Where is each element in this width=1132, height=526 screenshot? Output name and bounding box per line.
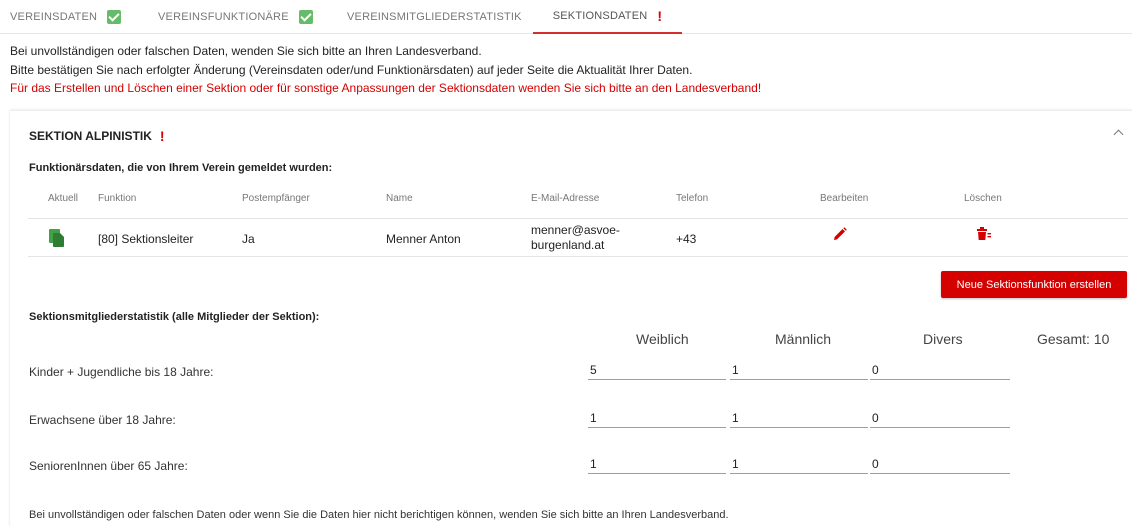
cell-email: menner@asvoe- burgenland.at — [531, 223, 620, 253]
cell-funktion: [80] Sektionsleiter — [98, 232, 194, 246]
stats-column-maennlich: Männlich — [775, 331, 832, 347]
table-divider — [28, 218, 1128, 219]
tab-label: Sektionsdaten — [552, 10, 648, 22]
stats-row-label: Erwachsene über 18 Jahre: — [29, 413, 176, 427]
tab-vereinsmitgliederstatistik[interactable]: Vereinsmitgliederstatistik — [347, 0, 522, 34]
stats-input-weiblich[interactable] — [588, 408, 726, 428]
new-section-function-button[interactable]: Neue Sektionsfunktion erstellen — [941, 271, 1127, 298]
tab-label: Vereinsdaten — [10, 11, 98, 23]
stats-column-divers: Divers — [923, 331, 963, 347]
stats-input-maennlich[interactable] — [730, 360, 868, 380]
column-header: Name — [386, 193, 413, 204]
document-copy-icon[interactable] — [49, 229, 65, 247]
functionaries-heading: Funktionärsdaten, die von Ihrem Verein g… — [29, 162, 333, 174]
table-divider — [28, 256, 1128, 257]
tab-label: Vereinsfunktionäre — [158, 11, 289, 23]
tab-vereinsdaten[interactable]: Vereinsdaten — [10, 0, 122, 34]
cell-telefon: +43 — [676, 232, 697, 246]
cell-email-line: burgenland.at — [531, 238, 605, 252]
cell-email-line: menner@asvoe- — [531, 223, 620, 237]
trash-icon[interactable] — [977, 227, 991, 241]
column-header: Löschen — [964, 193, 1002, 204]
stats-input-divers[interactable] — [870, 454, 1010, 474]
notice-text: Bitte bestätigen Sie nach erfolgter Ände… — [10, 63, 693, 77]
column-header: Bearbeiten — [820, 193, 869, 204]
stats-input-divers[interactable] — [870, 408, 1010, 428]
stats-column-weiblich: Weiblich — [636, 331, 689, 347]
tab-vereinsfunktionaere[interactable]: Vereinsfunktionäre — [158, 0, 313, 34]
column-header: E-Mail-Adresse — [531, 193, 600, 204]
check-icon — [107, 10, 122, 24]
stats-row-label: SeniorenInnen über 65 Jahre: — [29, 459, 188, 473]
notice-text: Bei unvollständigen oder falschen Daten,… — [10, 44, 482, 58]
chevron-up-icon[interactable] — [1112, 125, 1126, 139]
stats-input-maennlich[interactable] — [730, 454, 868, 474]
section-card: SEKTION ALPINISTIK ! Funktionärsdaten, d… — [10, 110, 1132, 526]
stats-row-label: Kinder + Jugendliche bis 18 Jahre: — [29, 365, 214, 379]
stats-input-weiblich[interactable] — [588, 360, 726, 380]
stats-input-divers[interactable] — [870, 360, 1010, 380]
exclamation-icon: ! — [657, 8, 663, 24]
stats-input-maennlich[interactable] — [730, 408, 868, 428]
tab-sektionsdaten[interactable]: Sektionsdaten ! — [533, 0, 682, 34]
stats-input-weiblich[interactable] — [588, 454, 726, 474]
footer-note: Bei unvollständigen oder falschen Daten … — [29, 509, 729, 521]
column-header: Aktuell — [48, 193, 79, 204]
pencil-icon[interactable] — [833, 227, 847, 241]
stats-heading: Sektionsmitgliederstatistik (alle Mitgli… — [29, 311, 320, 323]
section-title: SEKTION ALPINISTIK ! — [29, 128, 165, 144]
exclamation-icon: ! — [159, 128, 165, 144]
column-header: Postempfänger — [242, 193, 310, 204]
tab-bar: Vereinsdaten Vereinsfunktionäre Vereinsm… — [0, 0, 1132, 34]
cell-postempfaenger: Ja — [242, 232, 255, 246]
cell-name: Menner Anton — [386, 232, 461, 246]
notice-warning: Für das Erstellen und Löschen einer Sekt… — [10, 81, 762, 95]
section-title-text: SEKTION ALPINISTIK — [29, 129, 152, 143]
tab-label: Vereinsmitgliederstatistik — [347, 11, 522, 23]
column-header: Telefon — [676, 193, 709, 204]
stats-total: Gesamt: 10 — [1037, 331, 1110, 347]
column-header: Funktion — [98, 193, 137, 204]
check-icon — [298, 10, 313, 24]
